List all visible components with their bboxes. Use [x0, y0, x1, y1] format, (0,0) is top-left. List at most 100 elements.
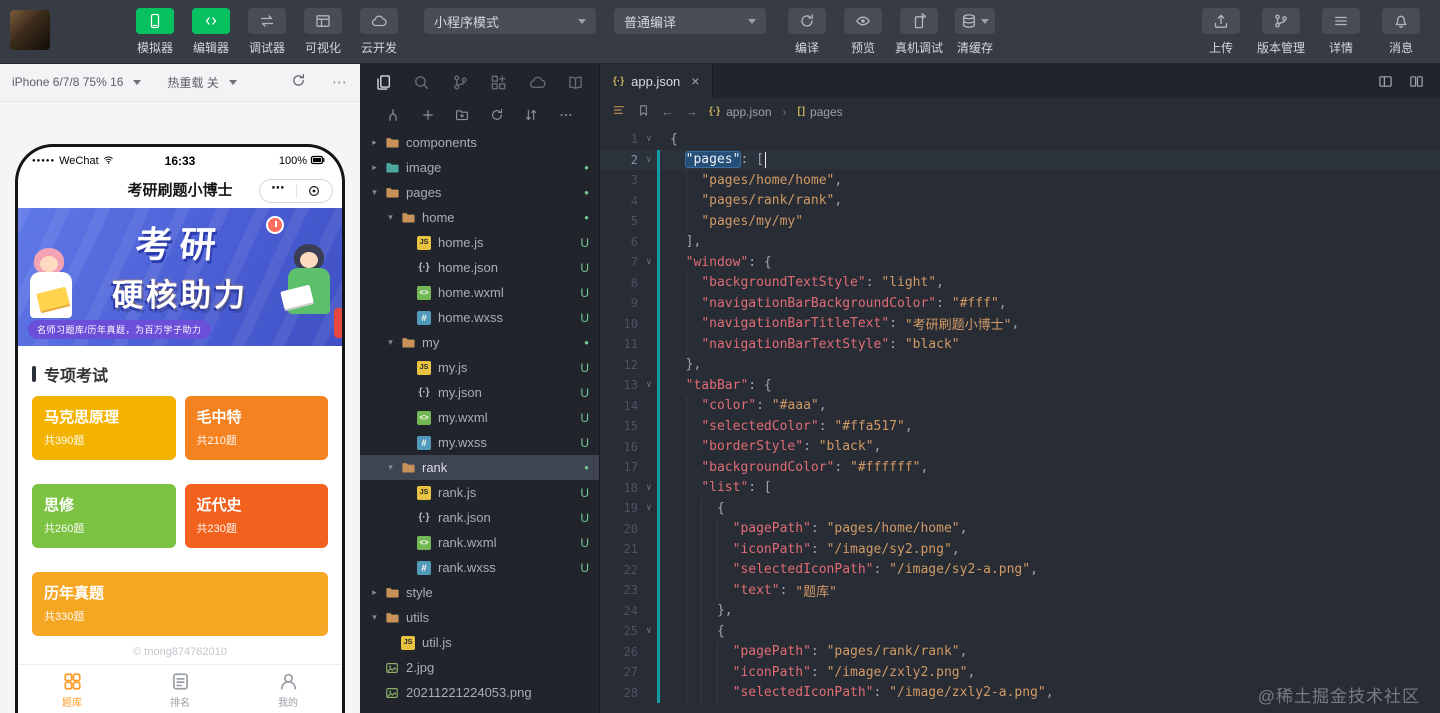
sort-icon[interactable] — [524, 108, 538, 122]
chevron-right-icon[interactable]: ▸ — [368, 587, 381, 598]
files-icon[interactable] — [375, 74, 392, 91]
outline-icon[interactable] — [612, 103, 626, 120]
simulator-refresh-button[interactable] — [291, 73, 306, 91]
split-editor-icon[interactable] — [1378, 74, 1393, 89]
chevron-down-icon[interactable]: ▾ — [384, 212, 397, 223]
version-button[interactable]: 版本管理 — [1254, 8, 1308, 56]
exam-card[interactable]: 思修 共260题 — [32, 483, 176, 548]
tree-item-home[interactable]: ▾ home ● — [360, 205, 599, 230]
fold-toggle-icon[interactable]: ∨ — [641, 626, 657, 636]
appmode-select[interactable]: 小程序模式 — [424, 8, 596, 34]
layout-icon[interactable] — [1409, 74, 1424, 89]
exam-card[interactable]: 毛中特 共210题 — [184, 395, 328, 460]
chevron-down-icon[interactable]: ▾ — [368, 187, 381, 198]
cloud-dev-button[interactable]: 云开发 — [352, 8, 406, 56]
tree-item-home.js[interactable]: JS home.js U — [360, 230, 599, 255]
tree-item-pages[interactable]: ▾ pages ● — [360, 180, 599, 205]
debugger-button[interactable]: 调试器 — [240, 8, 294, 56]
tree-item-style[interactable]: ▸ style — [360, 580, 599, 605]
chevron-down-icon[interactable]: ▾ — [368, 612, 381, 623]
tree-item-2.jpg[interactable]: 2.jpg — [360, 655, 599, 680]
banner-image[interactable]: 考研 硬核助力 名师习题库/历年真题，为百万学子助力 — [18, 207, 342, 346]
toolbar-button-label: 预览 — [850, 41, 875, 55]
code-token: ], — [670, 234, 702, 250]
git-status-badge: U — [580, 435, 589, 450]
exam-card[interactable]: 近代史 共230题 — [184, 483, 328, 548]
docs-icon[interactable] — [567, 74, 584, 91]
simulator-button[interactable]: 模拟器 — [128, 8, 182, 56]
tree-item-rank[interactable]: ▾ rank ● — [360, 455, 599, 480]
tree-item-utils[interactable]: ▾ utils — [360, 605, 599, 630]
code-token: "black" — [818, 439, 874, 455]
bookmark-icon — [637, 104, 650, 117]
tree-item-rank.wxss[interactable]: # rank.wxss U — [360, 555, 599, 580]
bell-button[interactable]: 消息 — [1374, 8, 1428, 56]
breadcrumb-node[interactable]: pages — [810, 105, 843, 119]
fold-toggle-icon[interactable]: ∨ — [641, 483, 657, 493]
visual-button[interactable]: 可视化 — [296, 8, 350, 56]
tree-item-util.js[interactable]: JS util.js — [360, 630, 599, 655]
fork-icon[interactable] — [386, 108, 400, 122]
chevron-down-icon[interactable]: ▾ — [384, 337, 397, 348]
upload-button[interactable]: 上传 — [1194, 8, 1248, 56]
tree-item-my.json[interactable]: {·} my.json U — [360, 380, 599, 405]
tree-item-home.wxss[interactable]: # home.wxss U — [360, 305, 599, 330]
tree-item-my.wxss[interactable]: # my.wxss U — [360, 430, 599, 455]
tree-item-image[interactable]: ▸ image ● — [360, 155, 599, 180]
capsule-menu-button[interactable]: ⋯ — [260, 180, 296, 202]
forward-button[interactable]: → — [685, 104, 698, 119]
fold-toggle-icon[interactable]: ∨ — [641, 134, 657, 144]
chevron-right-icon[interactable]: ▸ — [368, 162, 381, 173]
tree-item-rank.wxml[interactable]: <> rank.wxml U — [360, 530, 599, 555]
exam-card[interactable]: 马克思原理 共390题 — [32, 395, 176, 460]
devtools-window: 模拟器 编辑器 调试器 可视化 云开发 小程序模式 普通编译 编译 预览 真机调试 清缓存 上… — [0, 0, 1440, 713]
editor-button[interactable]: 编辑器 — [184, 8, 238, 56]
chevron-down-icon[interactable]: ▾ — [384, 462, 397, 473]
chevron-right-icon[interactable]: ▸ — [368, 137, 381, 148]
git-branch-icon[interactable] — [452, 74, 469, 91]
device-debug-button[interactable]: 真机调试 — [892, 8, 946, 56]
search-icon[interactable] — [413, 74, 430, 91]
phone-tab-排名[interactable]: 排名 — [126, 665, 234, 713]
tree-item-home.wxml[interactable]: <> home.wxml U — [360, 280, 599, 305]
details-button[interactable]: 详情 — [1314, 8, 1368, 56]
device-selector[interactable]: iPhone 6/7/8 75% 16 — [12, 75, 123, 89]
tree-item-my.js[interactable]: JS my.js U — [360, 355, 599, 380]
compile-mode-select[interactable]: 普通编译 — [614, 8, 766, 34]
capsule-close-button[interactable] — [297, 180, 333, 202]
fold-toggle-icon[interactable]: ∨ — [641, 257, 657, 267]
refresh-icon[interactable] — [490, 108, 504, 122]
phone-tab-题库[interactable]: 题库 — [18, 665, 126, 713]
new-file-icon[interactable] — [421, 108, 435, 122]
fold-toggle-icon[interactable]: ∨ — [641, 503, 657, 513]
exam-card[interactable]: 历年真题 共330题 — [32, 571, 328, 636]
phone-tab-我的[interactable]: 我的 — [234, 665, 342, 713]
tree-item-components[interactable]: ▸ components — [360, 130, 599, 155]
tree-item-my[interactable]: ▾ my ● — [360, 330, 599, 355]
breadcrumb-file[interactable]: app.json — [726, 105, 771, 119]
avatar[interactable] — [10, 10, 50, 50]
simulator-more-button[interactable]: ⋯ — [332, 73, 348, 91]
extensions-icon[interactable] — [490, 74, 507, 91]
compile-button[interactable]: 编译 — [780, 8, 834, 56]
toolbar-icon-box — [788, 8, 826, 34]
hot-reload-toggle[interactable]: 热重载 关 — [167, 74, 218, 91]
tree-item-my.wxml[interactable]: <> my.wxml U — [360, 405, 599, 430]
tree-item-20211221224053.png[interactable]: 20211221224053.png — [360, 680, 599, 705]
refresh-icon[interactable] — [291, 73, 306, 88]
tree-item-rank.js[interactable]: JS rank.js U — [360, 480, 599, 505]
cloud-icon[interactable] — [529, 74, 546, 91]
tab-app-json[interactable]: {·} app.json × — [600, 64, 714, 98]
close-icon[interactable]: × — [691, 73, 699, 89]
tree-item-rank.json[interactable]: {·} rank.json U — [360, 505, 599, 530]
preview-button[interactable]: 预览 — [836, 8, 890, 56]
bookmark-icon[interactable] — [637, 104, 650, 120]
back-button[interactable]: ← — [661, 104, 674, 119]
new-folder-icon[interactable] — [455, 108, 469, 122]
code-editor[interactable]: 1 ∨{2 ∨ "pages": [3 "pages/home/home", 4 "p… — [600, 125, 1440, 713]
tree-item-home.json[interactable]: {·} home.json U — [360, 255, 599, 280]
fold-toggle-icon[interactable]: ∨ — [641, 155, 657, 165]
fold-toggle-icon[interactable]: ∨ — [641, 380, 657, 390]
clear-cache-button[interactable]: 清缓存 — [948, 8, 1002, 56]
more-icon[interactable] — [559, 108, 573, 122]
